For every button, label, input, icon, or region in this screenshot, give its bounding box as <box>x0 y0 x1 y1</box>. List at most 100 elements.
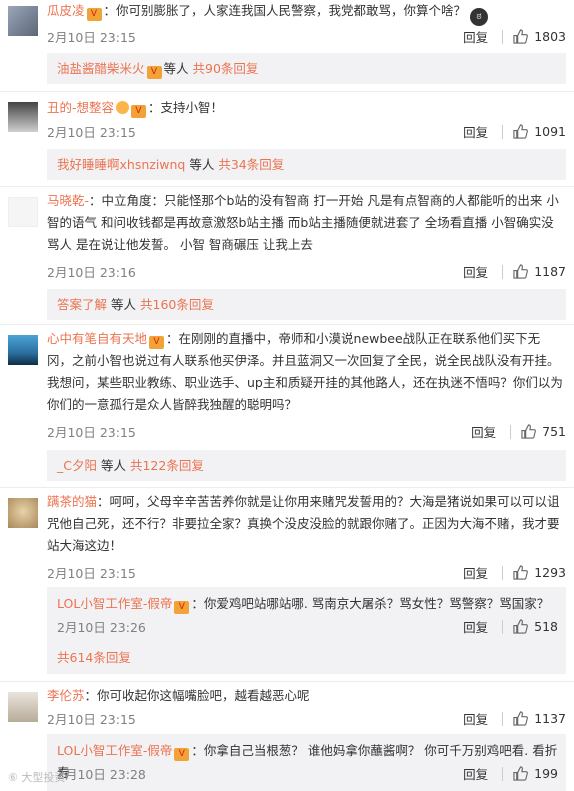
avatar[interactable] <box>8 102 38 132</box>
vip-badge-icon: V <box>131 105 147 118</box>
reply-mid: 等人 <box>111 297 137 312</box>
sub-reply-button[interactable]: 回复 <box>463 617 488 636</box>
sub-reply: LOL小智工作室-假帝 V ：你拿自己当根葱？ 谁他妈拿你蘸酱啊？ 你可千万别鸡吧看… <box>47 734 566 791</box>
vip-badge-icon: V <box>174 601 190 614</box>
sub-like-count: 518 <box>534 619 558 634</box>
reply-button[interactable]: 回复 <box>463 709 488 728</box>
thumbs-up-icon[interactable] <box>513 565 529 580</box>
sub-reply-text: LOL小智工作室-假帝 V ：你爱鸡吧站哪站哪. 骂南京大屠杀？骂女性？骂警察？骂国… <box>57 593 558 615</box>
avatar[interactable] <box>8 692 38 722</box>
sub-reply-button[interactable]: 回复 <box>463 764 488 783</box>
timestamp: 2月10日 23:15 <box>47 425 136 440</box>
comment-text: 心中有笔自有天地 V ：在刚刚的直播中，帝师和小漠说newbee战队正在联系他们买下… <box>47 328 564 416</box>
like-count: 1137 <box>534 711 566 726</box>
reply-button[interactable]: 回复 <box>463 27 488 46</box>
divider <box>502 711 504 726</box>
divider <box>502 29 504 44</box>
divider <box>0 487 574 488</box>
divider <box>502 124 504 139</box>
username[interactable]: 丑的-想整容 <box>47 100 114 115</box>
reply-user[interactable]: 油盐酱醋柴米火 <box>57 61 145 76</box>
sub-reply-timestamp: 2月10日 23:26 <box>57 620 146 635</box>
divider <box>502 565 504 580</box>
like-count: 1803 <box>534 29 566 44</box>
divider <box>502 264 504 279</box>
username[interactable]: 瓜皮凌 <box>47 3 85 18</box>
divider <box>0 681 574 682</box>
reply-mid: 等人 <box>189 157 215 172</box>
divider <box>0 91 574 92</box>
timestamp: 2月10日 23:16 <box>47 265 136 280</box>
reply-summary[interactable]: 答案了解 等人 共160条回复 <box>47 289 566 320</box>
avatar[interactable] <box>8 498 38 528</box>
watermark: ⑥ 大型投资 <box>8 771 66 784</box>
sub-reply-body: ：你爱鸡吧站哪站哪. 骂南京大屠杀？骂女性？骂警察？骂国家？ <box>191 596 550 611</box>
sub-reply-timestamp: 2月10日 23:28 <box>57 767 146 782</box>
timestamp: 2月10日 23:15 <box>47 125 136 140</box>
reply-button[interactable]: 回复 <box>463 563 488 582</box>
emoji-icon: ಠ <box>470 8 489 26</box>
divider <box>510 424 512 439</box>
reply-mid: 等人 <box>163 61 189 76</box>
thumbs-up-icon[interactable] <box>513 264 529 279</box>
reply-count-link[interactable]: 共122条回复 <box>130 458 204 473</box>
comment-body: ：你可别膨胀了，人家连我国人民警察，我党都敢骂，你算个啥？ <box>103 3 467 18</box>
timestamp: 2月10日 23:15 <box>47 712 136 727</box>
comment-text: 蹒茶的猫：呵呵，父母辛辛苦苦养你就是让你用来赌咒发誓用的？大海是猪说如果可以可以… <box>47 491 564 557</box>
reply-button[interactable]: 回复 <box>471 422 496 441</box>
username[interactable]: 心中有笔自有天地 <box>47 331 147 346</box>
reply-summary[interactable]: _C夕阳 等人 共122条回复 <box>47 450 566 481</box>
sub-reply: LOL小智工作室-假帝 V ：你爱鸡吧站哪站哪. 骂南京大屠杀？骂女性？骂警察？骂国… <box>47 587 566 674</box>
avatar[interactable] <box>8 6 38 36</box>
reply-count-link[interactable]: 共34条回复 <box>218 157 284 172</box>
thumbs-up-icon[interactable] <box>513 124 529 139</box>
comment-text: 马晓乾-：中立角度：只能怪那个b站的没有智商 打一开始 凡是有点智商的人都能听的… <box>47 190 564 256</box>
thumbs-up-icon[interactable] <box>513 711 529 726</box>
reply-summary[interactable]: 我好睡睡啊xhsnziwnq 等人 共34条回复 <box>47 149 566 180</box>
reply-user[interactable]: 答案了解 <box>57 297 107 312</box>
reply-count-link[interactable]: 共160条回复 <box>140 297 214 312</box>
comment-body: ：支持小智！ <box>148 100 224 115</box>
divider <box>0 324 574 325</box>
vip-badge-icon: V <box>86 8 102 21</box>
like-count: 1091 <box>534 124 566 139</box>
comment-body: ：中立角度：只能怪那个b站的没有智商 打一开始 凡是有点智商的人都能听的出来 小… <box>47 193 559 252</box>
divider <box>502 619 504 634</box>
reply-count-link[interactable]: 共90条回复 <box>193 61 259 76</box>
thumbs-up-icon[interactable] <box>513 29 529 44</box>
reply-summary[interactable]: 油盐酱醋柴米火 V 等人 共90条回复 <box>47 53 566 84</box>
comment-body: ：你可收起你这幅嘴脸吧，越看越恶心呢 <box>84 688 310 703</box>
thumbs-up-icon[interactable] <box>513 619 529 634</box>
timestamp: 2月10日 23:15 <box>47 30 136 45</box>
reply-user[interactable]: _C夕阳 <box>57 458 97 473</box>
comment-text: 李伦苏：你可收起你这幅嘴脸吧，越看越恶心呢 <box>47 685 564 707</box>
reply-button[interactable]: 回复 <box>463 122 488 141</box>
username[interactable]: 蹒茶的猫 <box>47 494 97 509</box>
thumbs-up-icon[interactable] <box>513 766 529 781</box>
comment-text: 丑的-想整容 V ：支持小智！ <box>47 97 564 119</box>
like-count: 1187 <box>534 264 566 279</box>
thumbs-up-icon[interactable] <box>521 424 537 439</box>
sub-like-count: 199 <box>534 766 558 781</box>
comment-text: 瓜皮凌 V ：你可别膨胀了，人家连我国人民警察，我党都敢骂，你算个啥？ ಠ <box>47 0 564 26</box>
avatar[interactable] <box>8 335 38 365</box>
sub-reply-user[interactable]: LOL小智工作室-假帝 <box>57 743 172 758</box>
username[interactable]: 李伦苏 <box>47 688 85 703</box>
like-count: 1293 <box>534 565 566 580</box>
username[interactable]: 马晓乾- <box>47 193 89 208</box>
vip-badge-icon: V <box>174 748 190 761</box>
vip-badge-icon: V <box>146 66 162 79</box>
avatar[interactable] <box>8 197 38 227</box>
sub-reply-user[interactable]: LOL小智工作室-假帝 <box>57 596 172 611</box>
reply-mid: 等人 <box>100 458 126 473</box>
reply-user[interactable]: 我好睡睡啊xhsnziwnq <box>57 157 185 172</box>
vip-level-icon <box>116 101 130 114</box>
like-count: 751 <box>542 424 566 439</box>
divider <box>502 766 504 781</box>
reply-button[interactable]: 回复 <box>463 262 488 281</box>
timestamp: 2月10日 23:15 <box>47 566 136 581</box>
comment-body: ：呵呵，父母辛辛苦苦养你就是让你用来赌咒发誓用的？大海是猪说如果可以可以诅咒他自… <box>47 494 560 553</box>
divider <box>0 186 574 187</box>
vip-badge-icon: V <box>149 336 165 349</box>
reply-count-link[interactable]: 共614条回复 <box>57 647 131 669</box>
